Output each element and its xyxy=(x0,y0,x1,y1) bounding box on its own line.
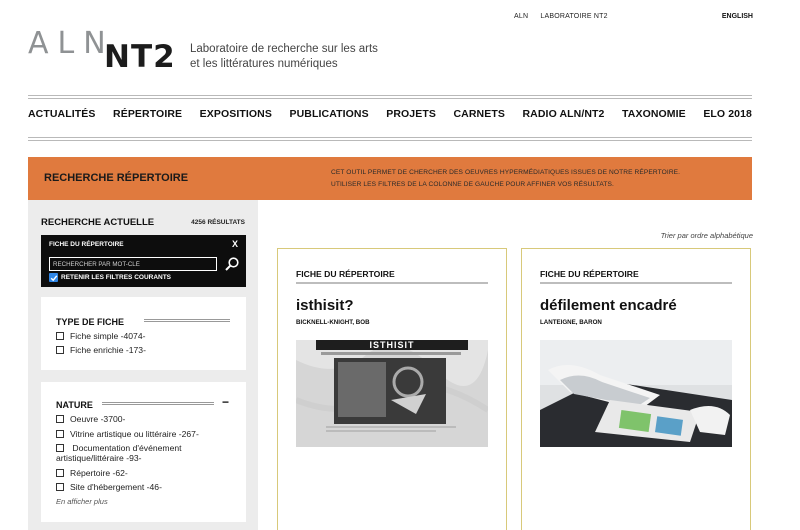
option-label: Fiche simple -4074- xyxy=(70,331,146,341)
search-banner: RECHERCHE RÉPERTOIRE CET OUTIL PERMET DE… xyxy=(28,157,752,200)
logo-aln: ALN xyxy=(28,26,115,61)
checkmark-icon xyxy=(49,273,58,282)
nav-taxonomie[interactable]: TAXONOMIE xyxy=(622,108,686,120)
remove-filter-button[interactable]: X xyxy=(232,239,238,249)
option-label: Documentation d'événement artistique/lit… xyxy=(56,443,182,463)
filter-title-rule xyxy=(144,319,230,322)
card-author: BICKNELL-KNIGHT, BOB xyxy=(296,319,370,326)
nav-repertoire[interactable]: RÉPERTOIRE xyxy=(113,108,182,120)
current-search-box: FICHE DU RÉPERTOIRE X RETENIR LES FILTRE… xyxy=(41,235,246,287)
retain-filters-label: RETENIR LES FILTRES COURANTS xyxy=(61,274,172,281)
site-logo[interactable]: ALN NT2 xyxy=(28,26,188,75)
option-label: Fiche enrichie -173- xyxy=(70,345,146,355)
tagline-line-1: Laboratoire de recherche sur les arts xyxy=(190,43,378,55)
site-tagline: Laboratoire de recherche sur les arts et… xyxy=(190,42,378,72)
card-title[interactable]: défilement encadré xyxy=(540,297,677,314)
checkbox[interactable] xyxy=(56,332,64,340)
checkbox[interactable] xyxy=(56,483,64,491)
result-count: 4256 RÉSULTATS xyxy=(191,219,245,226)
top-links: ALN LABORATOIRE NT2 xyxy=(514,13,618,20)
filter-option-documentation[interactable]: Documentation d'événement artistique/lit… xyxy=(56,443,231,463)
nav-expositions[interactable]: EXPOSITIONS xyxy=(200,108,272,120)
card-thumbnail-website-screenshot[interactable]: ISTHISIT xyxy=(296,340,488,447)
show-more-link[interactable]: En afficher plus xyxy=(56,497,108,506)
card-thumbnail-book-installation-photo[interactable] xyxy=(540,340,732,447)
nav-rule-bottom xyxy=(28,137,752,141)
option-label: Oeuvre -3700- xyxy=(70,414,126,424)
tagline-line-2: et les littératures numériques xyxy=(190,58,338,70)
banner-description: CET OUTIL PERMET DE CHERCHER DES OEUVRES… xyxy=(331,167,680,191)
nav-radio[interactable]: RADIO ALN/NT2 xyxy=(523,108,605,120)
laboratoire-nt2-link[interactable]: LABORATOIRE NT2 xyxy=(540,13,607,20)
main-nav: ACTUALITÉS RÉPERTOIRE EXPOSITIONS PUBLIC… xyxy=(28,108,752,120)
result-card[interactable]: FICHE DU RÉPERTOIRE isthisit? BICKNELL-K… xyxy=(277,248,507,530)
filter-option-vitrine[interactable]: Vitrine artistique ou littéraire -267- xyxy=(56,429,199,439)
filter-sidebar: RECHERCHE ACTUELLE 4256 RÉSULTATS FICHE … xyxy=(28,200,258,530)
option-label: Vitrine artistique ou littéraire -267- xyxy=(70,429,199,439)
filter-type-de-fiche: TYPE DE FICHE Fiche simple -4074- Fiche … xyxy=(41,297,246,370)
logo-nt2: NT2 xyxy=(104,39,176,75)
checkbox[interactable] xyxy=(56,415,64,423)
nav-rule-top xyxy=(28,95,752,99)
active-filter-label: FICHE DU RÉPERTOIRE xyxy=(49,241,124,248)
checkbox[interactable] xyxy=(56,346,64,354)
card-type-label: FICHE DU RÉPERTOIRE xyxy=(296,269,395,279)
english-link[interactable]: ENGLISH xyxy=(722,13,753,20)
nav-projets[interactable]: PROJETS xyxy=(386,108,436,120)
checkbox[interactable] xyxy=(56,444,64,452)
filter-nature: NATURE − Oeuvre -3700- Vitrine artistiqu… xyxy=(41,382,246,522)
filter-option-site-hebergement[interactable]: Site d'hébergement -46- xyxy=(56,482,162,492)
filter-nature-title: NATURE xyxy=(56,400,93,410)
collapse-filter-button[interactable]: − xyxy=(222,395,229,409)
banner-desc-line-2: UTILISER LES FILTRES DE LA COLONNE DE GA… xyxy=(331,181,614,188)
nav-carnets[interactable]: CARNETS xyxy=(454,108,505,120)
banner-title: RECHERCHE RÉPERTOIRE xyxy=(44,172,189,184)
checkbox[interactable] xyxy=(56,430,64,438)
filter-type-title: TYPE DE FICHE xyxy=(56,317,125,327)
nav-elo-2018[interactable]: ELO 2018 xyxy=(703,108,752,120)
svg-text:ISTHISIT: ISTHISIT xyxy=(369,340,414,350)
card-type-label: FICHE DU RÉPERTOIRE xyxy=(540,269,639,279)
card-author: LANTEIGNE, BARON xyxy=(540,319,602,326)
card-rule xyxy=(540,282,732,286)
card-title[interactable]: isthisit? xyxy=(296,297,354,314)
filter-title-rule xyxy=(102,402,214,405)
option-label: Répertoire -62- xyxy=(70,468,128,478)
result-card[interactable]: FICHE DU RÉPERTOIRE défilement encadré L… xyxy=(521,248,751,530)
filter-option-fiche-enrichie[interactable]: Fiche enrichie -173- xyxy=(56,345,146,355)
sort-alphabetical-link[interactable]: Trier par ordre alphabétique xyxy=(661,231,753,240)
checkbox[interactable] xyxy=(56,469,64,477)
search-icon[interactable] xyxy=(224,256,240,272)
card-rule xyxy=(296,282,488,286)
keyword-search-input[interactable] xyxy=(49,257,217,271)
current-search-heading: RECHERCHE ACTUELLE xyxy=(41,217,155,228)
option-label: Site d'hébergement -46- xyxy=(70,482,162,492)
aln-link[interactable]: ALN xyxy=(514,13,528,20)
nav-actualites[interactable]: ACTUALITÉS xyxy=(28,108,96,120)
nav-publications[interactable]: PUBLICATIONS xyxy=(290,108,369,120)
filter-option-repertoire[interactable]: Répertoire -62- xyxy=(56,468,128,478)
filter-option-fiche-simple[interactable]: Fiche simple -4074- xyxy=(56,331,145,341)
filter-option-oeuvre[interactable]: Oeuvre -3700- xyxy=(56,414,125,424)
retain-filters-checkbox[interactable]: RETENIR LES FILTRES COURANTS xyxy=(49,273,171,282)
banner-desc-line-1: CET OUTIL PERMET DE CHERCHER DES OEUVRES… xyxy=(331,169,681,176)
